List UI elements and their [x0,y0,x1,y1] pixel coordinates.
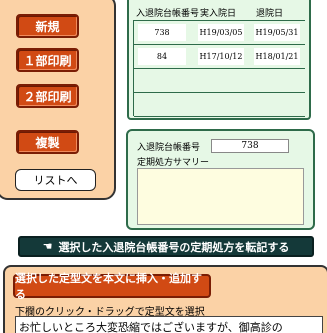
header-discharge-date: 退院日 [256,9,284,19]
admission-ledger-table-panel: 入退院台帳番号 実入院日 退院日 738 H19/03/05 H19/05/31… [127,0,311,120]
header-admit-date: 実入院日 [200,9,237,19]
new-button[interactable]: 新規 [16,14,79,38]
duplicate-button[interactable]: 複製 [16,130,79,154]
cell-ledger-no: 738 [138,24,186,41]
table-row[interactable] [134,69,305,93]
transfer-prescription-label: 選択した入退院台帳番号の定期処方を転記する [58,240,290,254]
to-list-button[interactable]: リストへ [15,169,96,191]
table-row[interactable]: 738 H19/03/05 H19/05/31 [134,21,305,45]
table-row[interactable] [134,93,305,117]
periodic-prescription-summary-field[interactable] [137,168,304,225]
header-ledger-no: 入退院台帳番号 [136,9,200,19]
pointing-hand-icon: ☚ [42,240,53,253]
print-two-copies-button[interactable]: ２部印刷 [16,84,79,108]
template-text-panel: 選択した定型文を本文に挿入・追加する 下欄のクリック・ドラッグで定型文を選択 お… [3,265,327,333]
table-row[interactable]: 84 H17/10/12 H18/01/21 [134,45,305,69]
print-one-copy-button[interactable]: １部印刷 [16,48,79,72]
insert-template-button[interactable]: 選択した定型文を本文に挿入・追加する [13,272,211,301]
cell-discharge-date: H18/01/21 [254,48,300,65]
ledger-no-field[interactable]: 738 [211,139,289,153]
admission-table: 738 H19/03/05 H19/05/31 84 H17/10/12 H18… [133,20,305,117]
cell-admit-date: H17/10/12 [198,48,244,65]
template-text-list[interactable]: お忙しいところ大変恐縮ではございますが、御高診の [15,316,323,333]
cell-discharge-date: H19/05/31 [254,24,300,41]
cell-ledger-no: 84 [138,48,186,65]
cell-admit-date: H19/03/05 [198,24,244,41]
prescription-summary-panel: 入退院台帳番号 738 定期処方サマリー [126,129,315,230]
periodic-prescription-summary-label: 定期処方サマリー [137,158,210,168]
ledger-no-label: 入退院台帳番号 [137,143,201,153]
transfer-prescription-button[interactable]: ☚ 選択した入退院台帳番号の定期処方を転記する [18,236,314,257]
